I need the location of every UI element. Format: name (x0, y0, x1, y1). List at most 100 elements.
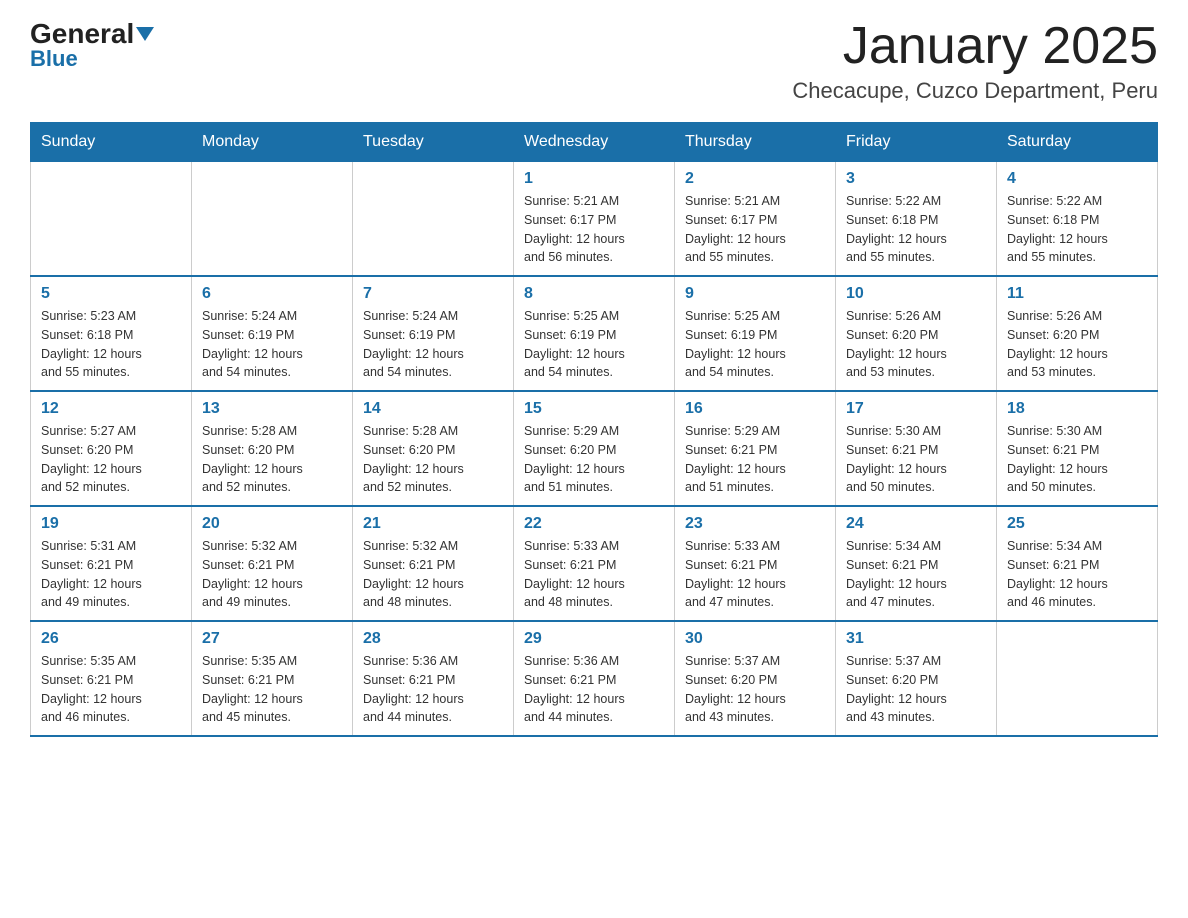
day-number: 30 (685, 630, 825, 648)
calendar-cell: 30Sunrise: 5:37 AM Sunset: 6:20 PM Dayli… (675, 621, 836, 736)
day-info: Sunrise: 5:32 AM Sunset: 6:21 PM Dayligh… (363, 537, 503, 612)
day-number: 20 (202, 515, 342, 533)
calendar-cell: 17 Sunrise: 5:30 AM Sunset: 6:21 PM Dayli… (836, 391, 997, 506)
day-info: Sunrise: 5:26 AM Sunset: 6:20 PM Dayligh… (1007, 307, 1147, 382)
day-info: Sunrise: 5:35 AM Sunset: 6:21 PM Dayligh… (41, 652, 181, 727)
calendar-cell: 10 Sunrise: 5:26 AM Sunset: 6:20 PM Dayli… (836, 276, 997, 391)
calendar-cell: 21 Sunrise: 5:32 AM Sunset: 6:21 PM Dayli… (353, 506, 514, 621)
day-info: Sunrise: 5:35 AM Sunset: 6:21 PM Dayligh… (202, 652, 342, 727)
calendar-cell: 22 Sunrise: 5:33 AM Sunset: 6:21 PM Dayli… (514, 506, 675, 621)
day-info: Sunrise: 5:24 AM Sunset: 6:19 PM Dayligh… (363, 307, 503, 382)
calendar-cell: 31 Sunrise: 5:37 AM Sunset: 6:20 PM Dayli… (836, 621, 997, 736)
day-info: Sunrise: 5:28 AM Sunset: 6:20 PM Dayligh… (363, 422, 503, 497)
day-info: Sunrise: 5:22 AM Sunset: 6:18 PM Dayligh… (846, 192, 986, 267)
day-number: 19 (41, 515, 181, 533)
day-number: 26 (41, 630, 181, 648)
day-number: 10 (846, 285, 986, 303)
calendar-cell: 13 Sunrise: 5:28 AM Sunset: 6:20 PM Dayli… (192, 391, 353, 506)
day-number: 2 (685, 170, 825, 188)
day-number: 12 (41, 400, 181, 418)
calendar-cell: 29Sunrise: 5:36 AM Sunset: 6:21 PM Dayli… (514, 621, 675, 736)
calendar-cell (192, 162, 353, 277)
calendar-cell: 16Sunrise: 5:29 AM Sunset: 6:21 PM Dayli… (675, 391, 836, 506)
calendar-cell: 9 Sunrise: 5:25 AM Sunset: 6:19 PM Daylig… (675, 276, 836, 391)
day-info: Sunrise: 5:33 AM Sunset: 6:21 PM Dayligh… (685, 537, 825, 612)
calendar-cell: 26 Sunrise: 5:35 AM Sunset: 6:21 PM Dayli… (31, 621, 192, 736)
calendar-week-1: 1Sunrise: 5:21 AM Sunset: 6:17 PM Daylig… (31, 162, 1158, 277)
day-info: Sunrise: 5:34 AM Sunset: 6:21 PM Dayligh… (1007, 537, 1147, 612)
calendar-cell: 15Sunrise: 5:29 AM Sunset: 6:20 PM Dayli… (514, 391, 675, 506)
day-info: Sunrise: 5:21 AM Sunset: 6:17 PM Dayligh… (524, 192, 664, 267)
logo-blue: Blue (30, 46, 78, 72)
day-number: 6 (202, 285, 342, 303)
calendar-week-4: 19Sunrise: 5:31 AM Sunset: 6:21 PM Dayli… (31, 506, 1158, 621)
calendar-subtitle: Checacupe, Cuzco Department, Peru (792, 78, 1158, 104)
day-number: 18 (1007, 400, 1147, 418)
day-number: 21 (363, 515, 503, 533)
weekday-header-friday: Friday (836, 123, 997, 162)
day-number: 25 (1007, 515, 1147, 533)
day-info: Sunrise: 5:36 AM Sunset: 6:21 PM Dayligh… (524, 652, 664, 727)
day-info: Sunrise: 5:37 AM Sunset: 6:20 PM Dayligh… (846, 652, 986, 727)
calendar-cell: 25 Sunrise: 5:34 AM Sunset: 6:21 PM Dayli… (997, 506, 1158, 621)
day-info: Sunrise: 5:36 AM Sunset: 6:21 PM Dayligh… (363, 652, 503, 727)
day-info: Sunrise: 5:30 AM Sunset: 6:21 PM Dayligh… (1007, 422, 1147, 497)
calendar-cell: 14Sunrise: 5:28 AM Sunset: 6:20 PM Dayli… (353, 391, 514, 506)
weekday-header-wednesday: Wednesday (514, 123, 675, 162)
day-number: 22 (524, 515, 664, 533)
calendar-week-2: 5 Sunrise: 5:23 AM Sunset: 6:18 PM Daylig… (31, 276, 1158, 391)
day-number: 27 (202, 630, 342, 648)
calendar-cell (997, 621, 1158, 736)
calendar-table: SundayMondayTuesdayWednesdayThursdayFrid… (30, 122, 1158, 737)
page-header: General Blue January 2025 Checacupe, Cuz… (30, 20, 1158, 104)
day-info: Sunrise: 5:28 AM Sunset: 6:20 PM Dayligh… (202, 422, 342, 497)
day-info: Sunrise: 5:22 AM Sunset: 6:18 PM Dayligh… (1007, 192, 1147, 267)
calendar-cell: 3Sunrise: 5:22 AM Sunset: 6:18 PM Daylig… (836, 162, 997, 277)
calendar-cell: 23Sunrise: 5:33 AM Sunset: 6:21 PM Dayli… (675, 506, 836, 621)
weekday-header-row: SundayMondayTuesdayWednesdayThursdayFrid… (31, 123, 1158, 162)
calendar-cell: 11Sunrise: 5:26 AM Sunset: 6:20 PM Dayli… (997, 276, 1158, 391)
title-block: January 2025 Checacupe, Cuzco Department… (792, 20, 1158, 104)
weekday-header-tuesday: Tuesday (353, 123, 514, 162)
day-info: Sunrise: 5:26 AM Sunset: 6:20 PM Dayligh… (846, 307, 986, 382)
day-info: Sunrise: 5:23 AM Sunset: 6:18 PM Dayligh… (41, 307, 181, 382)
day-number: 13 (202, 400, 342, 418)
day-info: Sunrise: 5:21 AM Sunset: 6:17 PM Dayligh… (685, 192, 825, 267)
calendar-title: January 2025 (792, 20, 1158, 72)
logo-triangle-icon (136, 27, 154, 41)
day-info: Sunrise: 5:34 AM Sunset: 6:21 PM Dayligh… (846, 537, 986, 612)
day-info: Sunrise: 5:27 AM Sunset: 6:20 PM Dayligh… (41, 422, 181, 497)
calendar-cell: 12 Sunrise: 5:27 AM Sunset: 6:20 PM Dayli… (31, 391, 192, 506)
calendar-cell: 5 Sunrise: 5:23 AM Sunset: 6:18 PM Daylig… (31, 276, 192, 391)
day-number: 5 (41, 285, 181, 303)
day-info: Sunrise: 5:25 AM Sunset: 6:19 PM Dayligh… (524, 307, 664, 382)
calendar-cell: 7 Sunrise: 5:24 AM Sunset: 6:19 PM Daylig… (353, 276, 514, 391)
day-info: Sunrise: 5:30 AM Sunset: 6:21 PM Dayligh… (846, 422, 986, 497)
day-number: 17 (846, 400, 986, 418)
day-info: Sunrise: 5:25 AM Sunset: 6:19 PM Dayligh… (685, 307, 825, 382)
logo: General Blue (30, 20, 154, 72)
day-number: 31 (846, 630, 986, 648)
calendar-header: SundayMondayTuesdayWednesdayThursdayFrid… (31, 123, 1158, 162)
calendar-cell: 27 Sunrise: 5:35 AM Sunset: 6:21 PM Dayli… (192, 621, 353, 736)
day-info: Sunrise: 5:33 AM Sunset: 6:21 PM Dayligh… (524, 537, 664, 612)
day-info: Sunrise: 5:24 AM Sunset: 6:19 PM Dayligh… (202, 307, 342, 382)
calendar-cell: 24Sunrise: 5:34 AM Sunset: 6:21 PM Dayli… (836, 506, 997, 621)
weekday-header-saturday: Saturday (997, 123, 1158, 162)
day-info: Sunrise: 5:29 AM Sunset: 6:20 PM Dayligh… (524, 422, 664, 497)
calendar-cell: 1Sunrise: 5:21 AM Sunset: 6:17 PM Daylig… (514, 162, 675, 277)
calendar-cell (353, 162, 514, 277)
day-number: 7 (363, 285, 503, 303)
weekday-header-sunday: Sunday (31, 123, 192, 162)
calendar-cell: 19Sunrise: 5:31 AM Sunset: 6:21 PM Dayli… (31, 506, 192, 621)
calendar-cell: 4Sunrise: 5:22 AM Sunset: 6:18 PM Daylig… (997, 162, 1158, 277)
calendar-cell (31, 162, 192, 277)
day-number: 28 (363, 630, 503, 648)
calendar-cell: 18 Sunrise: 5:30 AM Sunset: 6:21 PM Dayli… (997, 391, 1158, 506)
weekday-header-thursday: Thursday (675, 123, 836, 162)
day-number: 9 (685, 285, 825, 303)
logo-general: General (30, 20, 154, 48)
calendar-cell: 6 Sunrise: 5:24 AM Sunset: 6:19 PM Daylig… (192, 276, 353, 391)
calendar-cell: 2 Sunrise: 5:21 AM Sunset: 6:17 PM Daylig… (675, 162, 836, 277)
calendar-cell: 20Sunrise: 5:32 AM Sunset: 6:21 PM Dayli… (192, 506, 353, 621)
